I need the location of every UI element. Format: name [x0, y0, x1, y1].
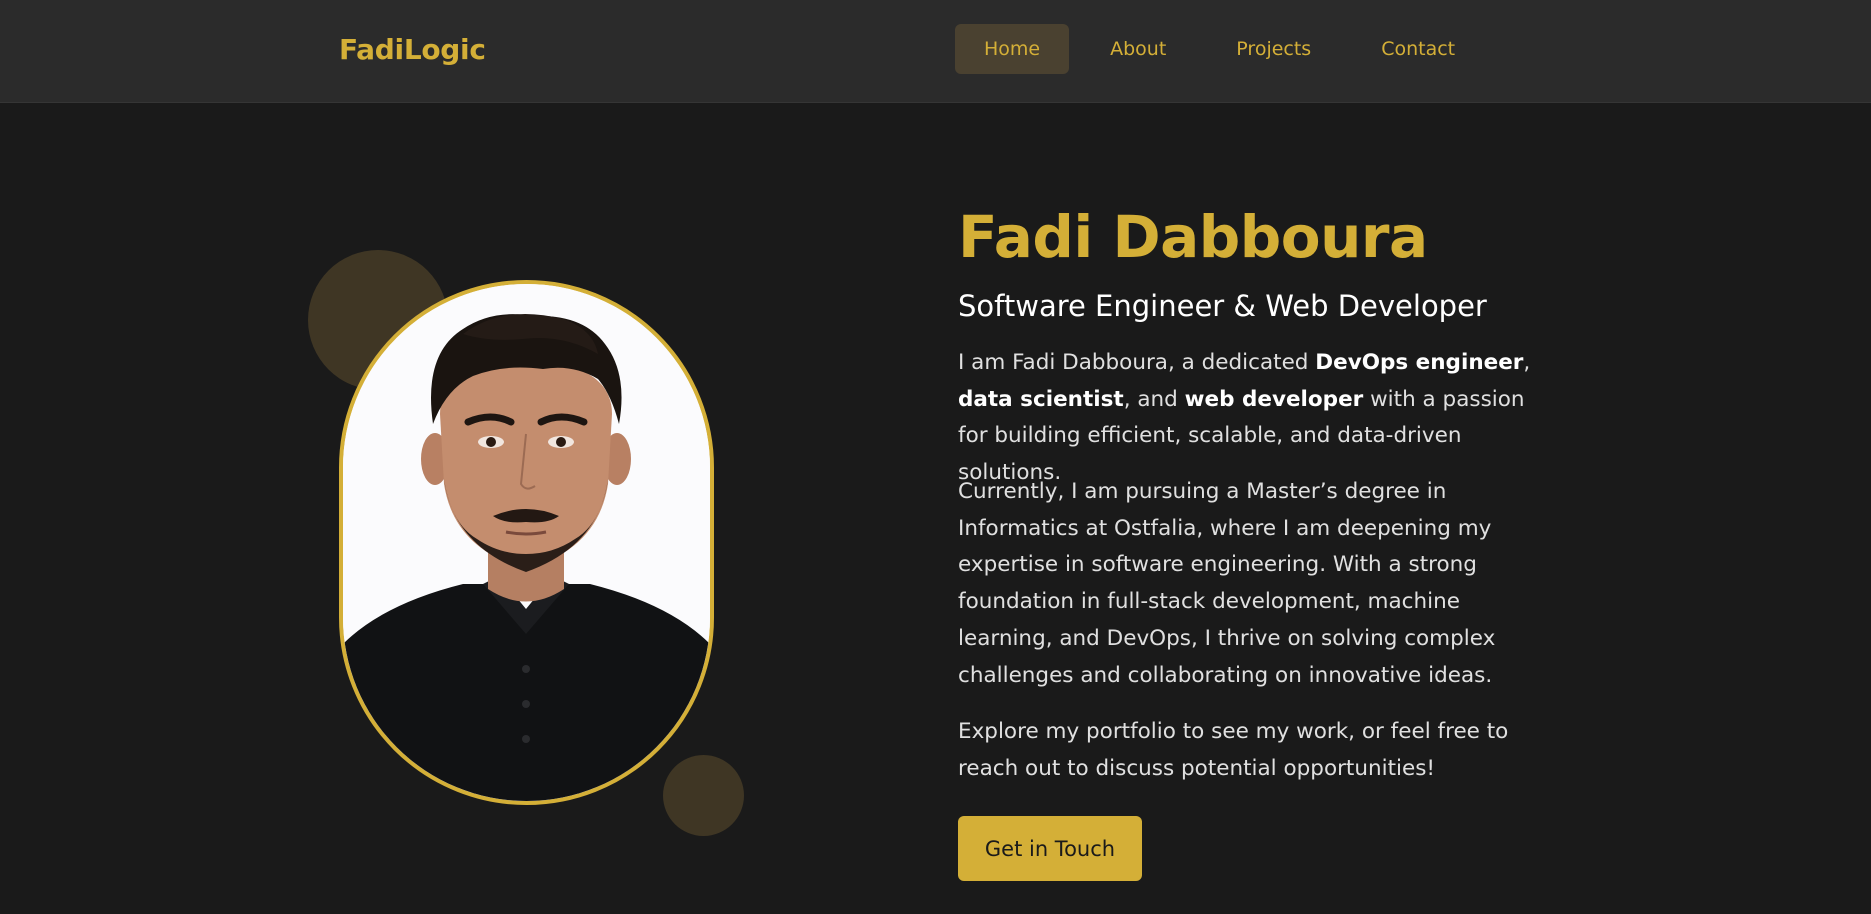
site-logo[interactable]: FadiLogic	[339, 33, 486, 66]
hero-name: Fadi Dabboura	[958, 203, 1428, 271]
bio-paragraph-education: Currently, I am pursuing a Master’s degr…	[958, 479, 1496, 688]
navbar: FadiLogic Home About Projects Contact	[0, 0, 1871, 103]
nav-link-about[interactable]: About	[1081, 24, 1195, 74]
nav-links: Home About Projects Contact	[955, 24, 1484, 74]
bio-text: ,	[1523, 350, 1531, 375]
bio-paragraph-cta: Explore my portfolio to see my work, or …	[958, 719, 1509, 781]
bio-highlight-web-developer: web developer	[1184, 386, 1364, 412]
bio-highlight-devops: DevOps engineer	[1315, 350, 1524, 375]
nav-link-projects[interactable]: Projects	[1207, 24, 1340, 74]
bio-paragraph-intro: I am Fadi Dabboura, a dedicated DevOps e…	[958, 345, 1548, 492]
nav-link-contact[interactable]: Contact	[1352, 24, 1484, 74]
hero-role: Software Engineer & Web Developer	[958, 289, 1487, 323]
bio-text: , and	[1123, 386, 1185, 412]
bio-highlight-data-scientist: data scientist	[958, 386, 1124, 412]
portrait-illustration	[343, 284, 710, 801]
get-in-touch-button[interactable]: Get in Touch	[958, 816, 1142, 881]
bio-text: I am Fadi Dabboura, a dedicated	[958, 350, 1316, 375]
decorative-circle-bottom	[663, 755, 744, 836]
nav-link-home[interactable]: Home	[955, 24, 1070, 74]
profile-photo	[339, 280, 714, 805]
